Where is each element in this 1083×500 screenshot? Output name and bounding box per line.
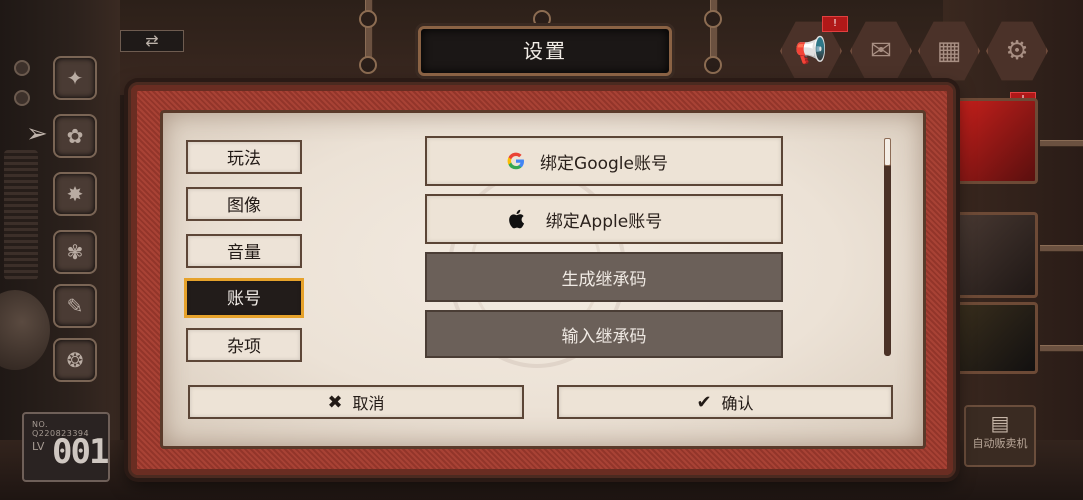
bind-apple-button[interactable]: 绑定Apple账号 [425, 194, 783, 244]
scrollbar-track[interactable] [884, 138, 891, 356]
generate-transfer-code-label: 生成继承码 [561, 269, 647, 290]
pipe-bolt [359, 56, 377, 74]
pipe [1040, 245, 1083, 252]
pipe [1040, 140, 1083, 147]
apple-icon [505, 208, 527, 230]
dialog-title: 设置 [418, 26, 672, 76]
bind-apple-label: 绑定Apple账号 [545, 211, 663, 232]
swap-arrows-icon[interactable]: ⇄ [120, 30, 184, 52]
notification-badge: ! [822, 16, 848, 32]
send-icon[interactable]: ➢ [26, 120, 54, 148]
side-avatar-4[interactable]: ✾ [53, 230, 97, 274]
enter-transfer-code-button[interactable]: 输入继承码 [425, 310, 783, 358]
side-avatar-6[interactable]: ❂ [53, 338, 97, 382]
bind-google-label: 绑定Google账号 [540, 153, 668, 174]
event-banner-thumb[interactable] [950, 98, 1038, 184]
checkmark-icon: ✔ [696, 391, 712, 413]
level-label: LV [32, 440, 45, 453]
player-level-box: NO. Q220823394 LV 001 [22, 412, 110, 482]
tab-graphics[interactable]: 图像 [186, 187, 302, 221]
side-avatar-1[interactable]: ✦ [53, 56, 97, 100]
character-banner-thumb[interactable] [950, 212, 1038, 298]
tab-account[interactable]: 账号 [184, 278, 304, 318]
close-icon: ✖ [327, 391, 343, 413]
vending-machine-button[interactable]: ▤ 自动贩卖机 [964, 405, 1036, 467]
indicator-dot [14, 60, 30, 76]
enter-transfer-code-label: 输入继承码 [561, 326, 647, 347]
vending-machine-label: 自动贩卖机 [972, 437, 1028, 450]
google-icon [505, 150, 527, 172]
pipe [710, 0, 718, 60]
indicator-dot [14, 90, 30, 106]
pipe [1040, 345, 1083, 352]
tab-misc[interactable]: 杂项 [186, 328, 302, 362]
pipe [365, 0, 373, 60]
side-avatar-5[interactable]: ✎ [53, 284, 97, 328]
vending-machine-icon: ▤ [990, 411, 1010, 435]
generate-transfer-code-button[interactable]: 生成继承码 [425, 252, 783, 302]
cancel-label: 取消 [352, 394, 385, 413]
shop-banner-thumb[interactable] [950, 302, 1038, 374]
pipe-bolt [359, 10, 377, 28]
scrollbar-thumb[interactable] [884, 138, 891, 166]
confirm-button[interactable]: ✔ 确认 [557, 385, 893, 419]
side-avatar-3[interactable]: ✸ [53, 172, 97, 216]
vent-grille [4, 150, 38, 280]
tab-gameplay[interactable]: 玩法 [186, 140, 302, 174]
tab-volume[interactable]: 音量 [186, 234, 302, 268]
side-avatar-2[interactable]: ✿ [53, 114, 97, 158]
level-number: 001 [52, 432, 109, 472]
cancel-button[interactable]: ✖ 取消 [188, 385, 524, 419]
pipe-bolt [704, 56, 722, 74]
confirm-label: 确认 [721, 394, 754, 413]
pipe-bolt [704, 10, 722, 28]
bind-google-button[interactable]: 绑定Google账号 [425, 136, 783, 186]
